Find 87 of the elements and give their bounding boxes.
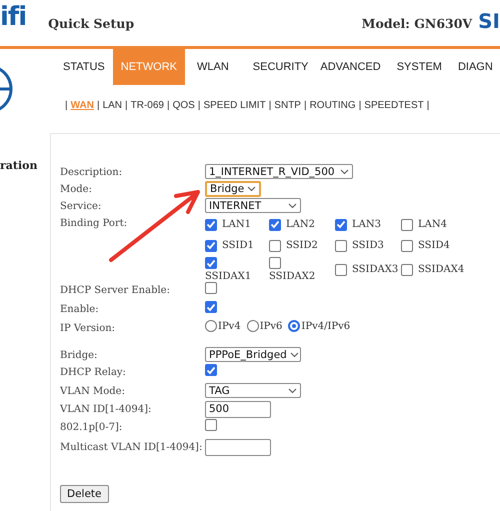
- logo: ifi: [0, 2, 26, 32]
- delete-button[interactable]: Delete: [60, 485, 108, 503]
- checkbox[interactable]: [205, 301, 217, 313]
- nav-tab[interactable]: DIAGN: [450, 49, 493, 85]
- field-label: DHCP Server Enable:: [60, 284, 171, 298]
- checkbox-label: SSID4: [418, 240, 450, 251]
- field-label: Mode:: [60, 183, 93, 197]
- subnav-link[interactable]: LAN: [102, 100, 122, 111]
- checkbox[interactable]: [401, 218, 413, 230]
- checkbox-label: SSIDAX4: [418, 264, 464, 275]
- chevron-icon: [288, 202, 297, 208]
- select-field[interactable]: Bridge: [205, 181, 262, 197]
- checkbox-label: SSIDAX2: [269, 271, 316, 282]
- checkbox[interactable]: [401, 264, 413, 276]
- checkbox-label: LAN3: [352, 219, 381, 230]
- separator: |: [65, 100, 68, 111]
- select-field[interactable]: 1_INTERNET_R_VID_500: [205, 164, 353, 179]
- chevron-icon: [288, 388, 297, 394]
- radio-button[interactable]: [288, 320, 300, 332]
- checkbox-label: SSIDAX1: [205, 271, 252, 282]
- field-label: 802.1p[0-7]:: [60, 421, 124, 435]
- checkbox-label: LAN1: [222, 219, 251, 230]
- checkbox[interactable]: [205, 257, 217, 269]
- checkbox[interactable]: [335, 218, 347, 230]
- sidebar-heading: ration: [0, 159, 39, 172]
- checkbox[interactable]: [269, 218, 281, 230]
- chevron-icon: [290, 352, 299, 358]
- subnav-link[interactable]: ROUTING: [310, 100, 356, 111]
- checkbox[interactable]: [205, 282, 217, 294]
- radio-button[interactable]: [246, 320, 259, 332]
- field-label: VLAN Mode:: [60, 385, 126, 399]
- field-label: Multicast VLAN ID[1-4094]:: [60, 441, 204, 455]
- select-field[interactable]: PPPoE_Bridged: [205, 347, 301, 362]
- input-field[interactable]: 500: [205, 401, 271, 418]
- radio-label: IPv6: [260, 320, 282, 332]
- nav-tab[interactable]: ADVANCED: [312, 49, 389, 85]
- separator: |: [96, 100, 100, 111]
- page-title: Quick Setup: [48, 16, 134, 30]
- separator: |: [304, 100, 307, 111]
- separator: |: [358, 100, 362, 111]
- radio-label: IPv4/IPv6: [301, 320, 350, 332]
- subnav-link[interactable]: TR-069: [130, 100, 164, 111]
- checkbox[interactable]: [401, 240, 413, 252]
- checkbox-label: SSIDAX3: [352, 264, 398, 275]
- checkbox-label: LAN4: [418, 219, 447, 230]
- model-label: Model: GN630V: [362, 16, 472, 30]
- select-field[interactable]: TAG: [205, 383, 301, 398]
- chevron-icon: [340, 168, 349, 174]
- field-label: Bridge:: [60, 349, 98, 363]
- checkbox-label: LAN2: [286, 219, 315, 230]
- checkbox[interactable]: [269, 240, 281, 252]
- field-label: Enable:: [60, 303, 100, 317]
- checkbox[interactable]: [205, 419, 217, 431]
- subnav-link[interactable]: QOS: [172, 100, 195, 111]
- nav-tab[interactable]: WLAN: [185, 49, 243, 85]
- separator: |: [198, 100, 200, 111]
- input-field[interactable]: [205, 439, 271, 456]
- field-label: Binding Port:: [60, 217, 128, 231]
- checkbox-label: SSID1: [222, 240, 254, 251]
- checkbox[interactable]: [335, 264, 347, 276]
- field-label: Description:: [60, 166, 124, 180]
- subnav-link[interactable]: SPEEDTEST: [364, 100, 424, 111]
- brand-logo: SI: [478, 9, 500, 33]
- radio-button[interactable]: [205, 320, 217, 332]
- checkbox[interactable]: [335, 240, 347, 252]
- separator: |: [166, 100, 170, 111]
- checkbox[interactable]: [205, 218, 217, 230]
- chevron-icon: [247, 186, 256, 192]
- nav-tab[interactable]: STATUS: [55, 49, 113, 85]
- field-label: DHCP Relay:: [60, 366, 127, 380]
- checkbox[interactable]: [269, 257, 281, 269]
- nav-tab[interactable]: SYSTEM: [388, 49, 450, 85]
- checkbox-label: SSID2: [286, 240, 318, 251]
- checkbox-label: SSID3: [352, 240, 384, 251]
- subnav-link[interactable]: SPEED LIMIT: [203, 100, 266, 111]
- checkbox[interactable]: [205, 240, 217, 252]
- separator: |: [426, 100, 430, 111]
- field-label: IP Version:: [60, 322, 116, 336]
- checkbox[interactable]: [205, 364, 217, 376]
- field-label: VLAN ID[1-4094]:: [60, 403, 152, 417]
- select-field[interactable]: INTERNET: [205, 198, 301, 213]
- subnav-link[interactable]: SNTP: [274, 100, 301, 111]
- field-label: Service:: [60, 200, 102, 214]
- nav-tab[interactable]: SECURITY: [242, 49, 312, 85]
- separator: |: [125, 100, 128, 111]
- separator: |: [268, 100, 272, 111]
- radio-label: IPv4: [218, 320, 241, 332]
